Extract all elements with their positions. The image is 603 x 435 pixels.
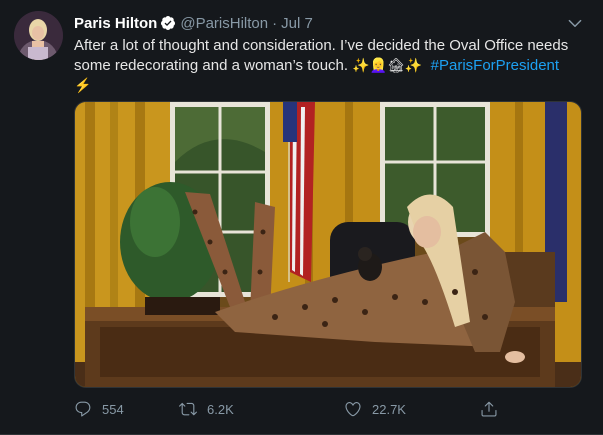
- avatar-image: [14, 11, 63, 60]
- like-count: 22.7K: [372, 401, 406, 417]
- reply-button[interactable]: 554: [74, 398, 124, 420]
- blonde-woman-emoji: 👱‍♀️: [369, 57, 388, 73]
- sparkles-emoji-2: ✨: [404, 57, 423, 73]
- like-button[interactable]: 22.7K: [344, 398, 406, 420]
- tweet-header: Paris Hilton @ParisHilton · Jul 7: [74, 14, 313, 32]
- avatar[interactable]: [14, 11, 63, 60]
- share-icon: [481, 401, 497, 417]
- house-emoji: 🏚: [387, 57, 405, 73]
- chevron-down-icon[interactable]: [566, 14, 584, 32]
- share-button[interactable]: [480, 398, 508, 420]
- reply-count: 554: [102, 401, 124, 417]
- author-name[interactable]: Paris Hilton: [74, 15, 157, 32]
- retweet-icon: [179, 402, 197, 416]
- tweet-text: After a lot of thought and consideration…: [74, 36, 574, 96]
- retweet-count: 6.2K: [207, 401, 234, 417]
- tweet-photo[interactable]: [74, 101, 582, 388]
- verified-badge-icon: [161, 16, 176, 30]
- separator-dot: ·: [272, 14, 278, 32]
- reply-icon: [75, 401, 91, 417]
- hashtag-link[interactable]: #ParisForPresident: [431, 57, 559, 74]
- lightning-emoji: ⚡: [74, 77, 92, 93]
- heart-icon: [345, 402, 361, 417]
- tweet-actions: 554 6.2K 22.7K: [74, 398, 514, 420]
- retweet-button[interactable]: 6.2K: [179, 398, 234, 420]
- author-handle[interactable]: @ParisHilton: [180, 15, 268, 32]
- oval-office-photo: [75, 102, 581, 387]
- tweet-date[interactable]: Jul 7: [281, 15, 313, 32]
- tweet-card[interactable]: Paris Hilton @ParisHilton · Jul 7 After …: [0, 0, 603, 435]
- sparkles-emoji: ✨: [352, 57, 370, 73]
